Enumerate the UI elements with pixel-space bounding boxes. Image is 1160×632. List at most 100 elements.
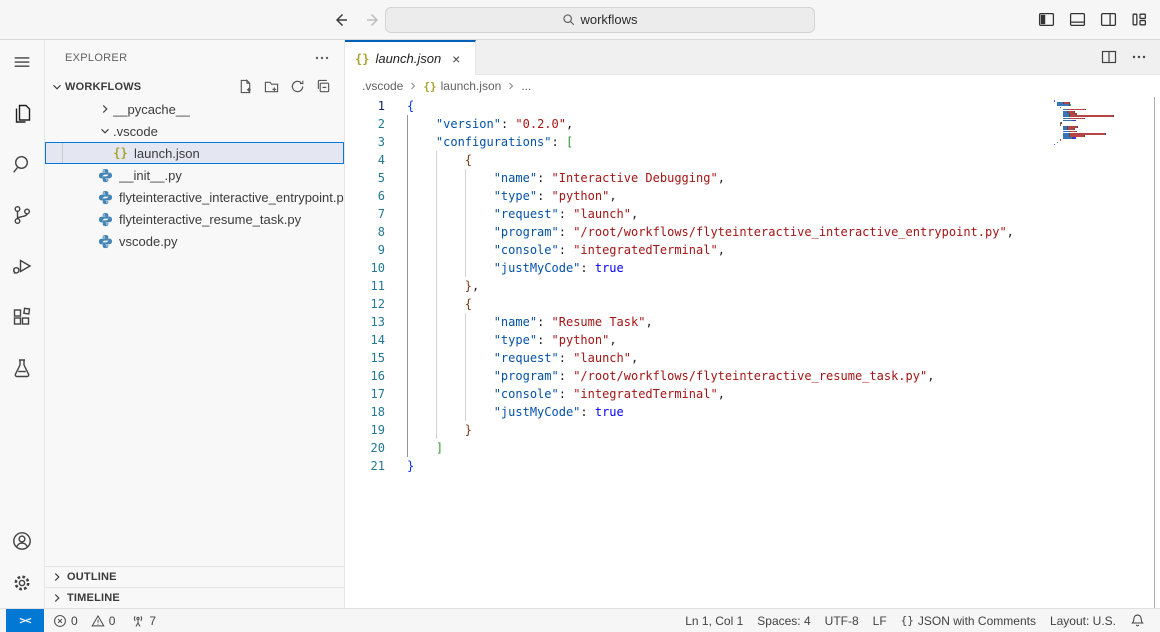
toggle-primary-sidebar-icon[interactable] (1037, 11, 1055, 29)
layout-controls (1037, 11, 1148, 29)
code-line-1: 1{ (345, 97, 1160, 115)
tree-item-.vscode[interactable]: .vscode (45, 120, 344, 142)
code-line-text: } (407, 457, 414, 475)
problems-indicator[interactable]: 0 0 (46, 609, 122, 632)
customize-layout-icon[interactable] (1130, 11, 1148, 29)
remote-indicator[interactable]: >< (6, 609, 44, 632)
chevron-down-icon (49, 79, 65, 95)
close-tab-icon[interactable]: × (447, 50, 465, 68)
menu-icon[interactable] (9, 49, 35, 75)
code-line-4: 4 { (345, 151, 1160, 169)
chevron-right-icon (505, 80, 517, 92)
workspace-section-header[interactable]: WORKFLOWS (45, 75, 344, 98)
notifications-bell[interactable] (1123, 609, 1152, 632)
settings-gear-icon[interactable] (9, 570, 35, 596)
code-line-3: 3 "configurations": [ (345, 133, 1160, 151)
command-center-search[interactable]: workflows (385, 7, 815, 33)
json-file-icon: {} (112, 145, 129, 161)
line-number: 19 (345, 421, 385, 439)
toggle-secondary-sidebar-icon[interactable] (1099, 11, 1117, 29)
json-file-icon: {} (355, 52, 369, 66)
code-line-text: { (407, 97, 414, 115)
chevron-right-icon (49, 590, 65, 606)
forward-icon[interactable] (364, 10, 384, 30)
tab-launch-json[interactable]: {} launch.json × (345, 40, 476, 75)
code-line-16: 16 "program": "/root/workflows/flyteinte… (345, 367, 1160, 385)
ports-indicator[interactable]: 7 (124, 609, 163, 632)
extensions-icon[interactable] (9, 304, 35, 330)
tree-item-launch.json[interactable]: {} launch.json (45, 142, 344, 164)
braces-icon: {} (901, 614, 914, 627)
cursor-position[interactable]: Ln 1, Col 1 (678, 609, 750, 632)
code-line-12: 12 { (345, 295, 1160, 313)
line-number: 12 (345, 295, 385, 313)
tree-item-__init__.py[interactable]: __init__.py (45, 164, 344, 186)
line-number: 21 (345, 457, 385, 475)
outline-label: OUTLINE (67, 571, 117, 583)
toggle-panel-icon[interactable] (1068, 11, 1086, 29)
breadcrumb-folder[interactable]: .vscode (362, 79, 403, 93)
breadcrumb-symbol[interactable]: ... (521, 79, 531, 93)
refresh-icon[interactable] (289, 78, 306, 95)
indentation[interactable]: Spaces: 4 (750, 609, 817, 632)
breadcrumb-file[interactable]: launch.json (441, 79, 502, 93)
line-number: 3 (345, 133, 385, 151)
code-line-17: 17 "console": "integratedTerminal", (345, 385, 1160, 403)
source-control-icon[interactable] (9, 202, 35, 228)
editor-more-actions-icon[interactable] (1130, 48, 1148, 66)
code-line-text: "type": "python", (407, 331, 617, 349)
chevron-right-icon (97, 101, 113, 117)
new-file-icon[interactable] (237, 78, 254, 95)
code-line-8: 8 "program": "/root/workflows/flyteinter… (345, 223, 1160, 241)
line-number: 14 (345, 331, 385, 349)
code-line-15: 15 "request": "launch", (345, 349, 1160, 367)
indent-guide (62, 143, 63, 163)
explorer-more-actions-icon[interactable] (314, 50, 330, 66)
search-view-icon[interactable] (9, 151, 35, 177)
split-editor-icon[interactable] (1100, 48, 1118, 66)
code-line-10: 10 "justMyCode": true (345, 259, 1160, 277)
line-number: 13 (345, 313, 385, 331)
minimap[interactable] (1054, 100, 1146, 146)
tree-item-flyteinteractive_interactive_entrypoint.py[interactable]: flyteinteractive_interactive_entrypoint.… (45, 186, 344, 208)
error-count: 0 (71, 614, 78, 628)
code-line-11: 11 }, (345, 277, 1160, 295)
testing-icon[interactable] (9, 355, 35, 381)
code-line-text: "console": "integratedTerminal", (407, 385, 725, 403)
keyboard-layout[interactable]: Layout: U.S. (1043, 609, 1123, 632)
activity-bar (0, 40, 45, 608)
timeline-section[interactable]: TIMELINE (45, 587, 344, 608)
tree-item-vscode.py[interactable]: vscode.py (45, 230, 344, 252)
tree-item-__pycache__[interactable]: __pycache__ (45, 98, 344, 120)
outline-section[interactable]: OUTLINE (45, 566, 344, 587)
titlebar: workflows (0, 0, 1160, 40)
account-icon[interactable] (9, 528, 35, 554)
back-icon[interactable] (330, 10, 350, 30)
run-and-debug-icon[interactable] (9, 253, 35, 279)
line-number: 1 (345, 97, 385, 115)
warning-count: 0 (109, 614, 116, 628)
status-bar: >< 0 0 7 Ln 1, Col 1 Spaces: 4 UTF-8 LF … (0, 608, 1160, 632)
explorer-icon[interactable] (9, 100, 35, 126)
code-line-text: { (407, 295, 472, 313)
line-number: 18 (345, 403, 385, 421)
language-mode[interactable]: {} JSON with Comments (894, 609, 1043, 632)
code-line-text: "justMyCode": true (407, 403, 624, 421)
tree-item-flyteinteractive_resume_task.py[interactable]: flyteinteractive_resume_task.py (45, 208, 344, 230)
collapse-all-icon[interactable] (315, 78, 332, 95)
code-line-18: 18 "justMyCode": true (345, 403, 1160, 421)
code-line-13: 13 "name": "Resume Task", (345, 313, 1160, 331)
new-folder-icon[interactable] (263, 78, 280, 95)
eol-sequence[interactable]: LF (866, 609, 894, 632)
line-number: 5 (345, 169, 385, 187)
tree-item-label: launch.json (134, 146, 200, 161)
code-line-text: }, (407, 277, 479, 295)
code-line-text: "request": "launch", (407, 349, 638, 367)
code-line-text: "justMyCode": true (407, 259, 624, 277)
vscode-window: workflows (0, 0, 1160, 632)
tree-item-label: vscode.py (119, 234, 178, 249)
code-editor[interactable]: 1{2 "version": "0.2.0",3 "configurations… (345, 97, 1160, 608)
code-line-text: "console": "integratedTerminal", (407, 241, 725, 259)
line-number: 17 (345, 385, 385, 403)
encoding[interactable]: UTF-8 (818, 609, 866, 632)
